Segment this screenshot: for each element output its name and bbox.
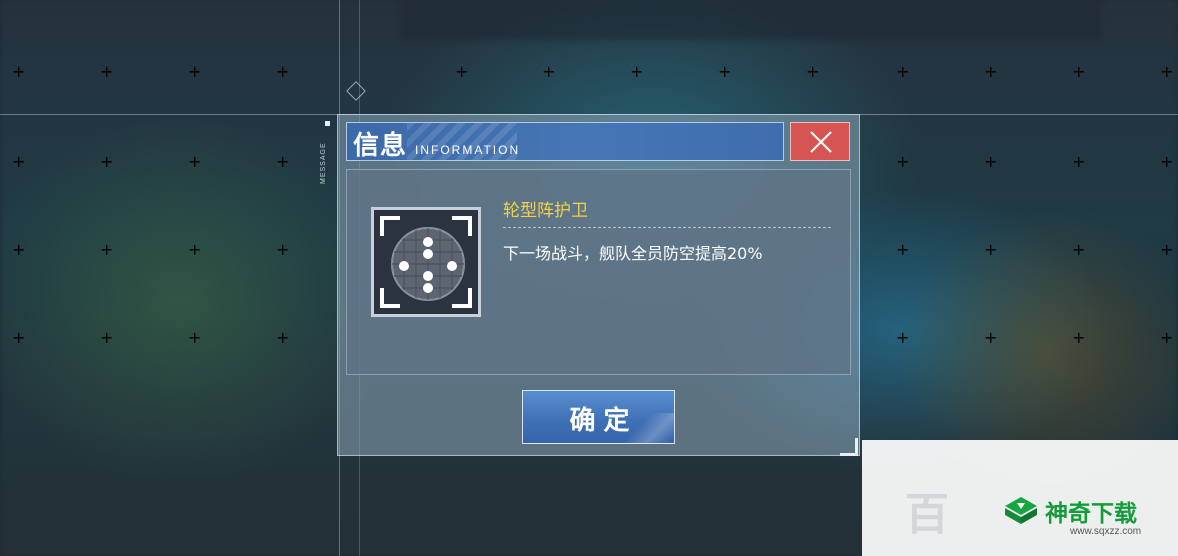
dialog-subtitle: INFORMATION	[415, 143, 521, 157]
side-label: MESSAGE	[320, 142, 327, 184]
grid-plus-marker: +	[896, 328, 910, 347]
grid-plus-marker: +	[896, 152, 910, 171]
dialog-title-bar: 信息 INFORMATION	[346, 122, 784, 161]
item-name: 轮型阵护卫	[503, 201, 588, 221]
grid-plus-marker: +	[100, 62, 114, 81]
grid-plus-marker: +	[276, 152, 290, 171]
grid-plus-marker: +	[12, 152, 26, 171]
grid-plus-marker: +	[1072, 152, 1086, 171]
grid-plus-marker: +	[1160, 152, 1174, 171]
grid-plus-marker: +	[806, 62, 820, 81]
grid-plus-marker: +	[100, 152, 114, 171]
grid-plus-marker: +	[896, 62, 910, 81]
grid-plus-marker: +	[188, 152, 202, 171]
grid-plus-marker: +	[276, 62, 290, 81]
grid-plus-marker: +	[1072, 62, 1086, 81]
grid-plus-marker: +	[984, 152, 998, 171]
grid-plus-marker: +	[984, 240, 998, 259]
grid-plus-marker: +	[188, 328, 202, 347]
confirm-label: 确定	[569, 406, 638, 436]
grid-plus-marker: +	[630, 62, 644, 81]
side-marker	[325, 121, 330, 126]
item-description: 下一场战斗，舰队全员防空提高20%	[503, 244, 763, 263]
grid-plus-marker: +	[276, 328, 290, 347]
dialog-corner-bracket	[840, 438, 858, 456]
confirm-button[interactable]: 确定	[522, 390, 675, 444]
dialog-title: 信息	[353, 131, 408, 161]
grid-plus-marker: +	[276, 240, 290, 259]
close-icon	[810, 131, 832, 153]
grid-plus-marker: +	[984, 328, 998, 347]
grid-plus-marker: +	[984, 62, 998, 81]
divider	[503, 227, 831, 228]
grid-plus-marker: +	[1160, 328, 1174, 347]
watermark-logo-icon	[1005, 497, 1037, 524]
close-button[interactable]	[790, 122, 850, 161]
watermark-brand: 神奇下载	[1045, 501, 1137, 527]
grid-plus-marker: +	[100, 328, 114, 347]
grid-plus-marker: +	[542, 62, 556, 81]
grid-plus-marker: +	[455, 62, 469, 81]
grid-plus-marker: +	[100, 240, 114, 259]
watermark-faint-text: 百	[905, 490, 949, 539]
grid-plus-marker: +	[12, 62, 26, 81]
grid-plus-marker: +	[896, 240, 910, 259]
item-icon-frame	[371, 207, 481, 317]
grid-plus-marker: +	[12, 328, 26, 347]
grid-plus-marker: +	[188, 240, 202, 259]
grid-plus-marker: +	[1160, 240, 1174, 259]
grid-plus-marker: +	[1072, 328, 1086, 347]
grid-plus-marker: +	[188, 62, 202, 81]
grid-plus-marker: +	[718, 62, 732, 81]
watermark-url: www.sqxzz.com	[1070, 526, 1142, 537]
grid-plus-marker: +	[1160, 62, 1174, 81]
grid-plus-marker: +	[12, 240, 26, 259]
formation-icon	[380, 216, 472, 308]
grid-plus-marker: +	[1072, 240, 1086, 259]
